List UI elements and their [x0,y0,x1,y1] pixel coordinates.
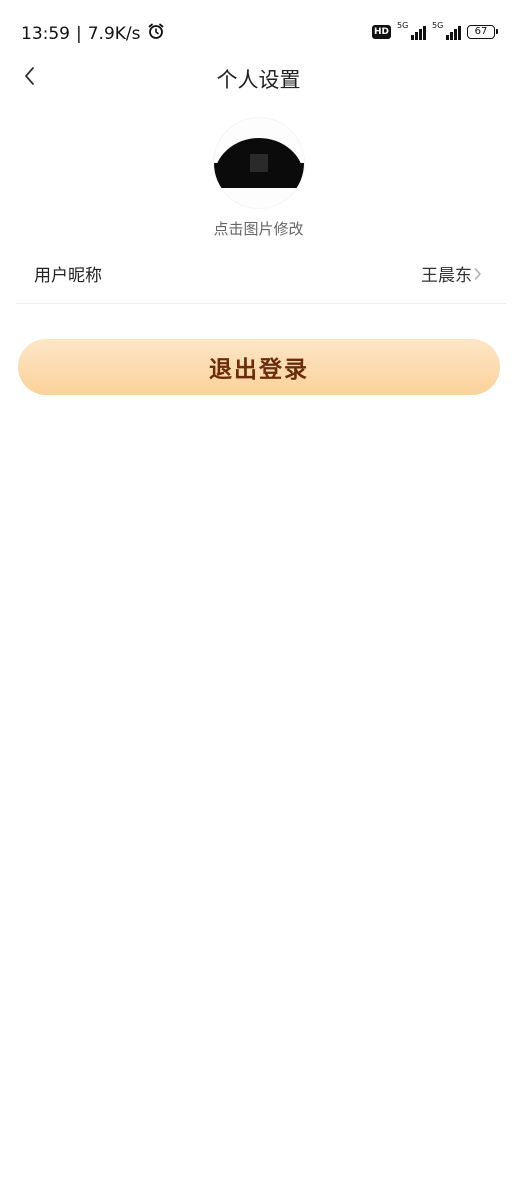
status-left: 13:59 | 7.9K/s [21,22,165,45]
page-title: 个人设置 [216,68,301,92]
nickname-row[interactable]: 用户昵称 王晨东 [16,248,506,304]
sim2-network-label: 5G [432,21,444,30]
nav-bar: 个人设置 [0,52,517,104]
battery-level: 67 [474,26,488,37]
signal-sim2-icon: 5G [432,21,461,40]
status-separator: | [76,23,82,44]
status-right: HD 5G 5G 67 [371,21,498,40]
status-time: 13:59 [21,23,70,44]
logout-button[interactable]: 退出登录 [18,339,500,395]
battery-icon: 67 [467,25,498,39]
chevron-right-icon [474,263,484,285]
alarm-icon [147,22,165,45]
sim1-network-label: 5G [397,21,409,30]
signal-sim1-icon: 5G [397,21,426,40]
nickname-value: 王晨东 [421,266,472,286]
nickname-label: 用户昵称 [34,266,102,286]
avatar[interactable] [214,118,304,208]
hd-volte-icon: HD [371,25,391,39]
avatar-hint[interactable]: 点击图片修改 [0,218,517,239]
avatar-image-detail [250,154,268,172]
status-net-speed: 7.9K/s [87,23,141,44]
avatar-image [214,138,304,188]
